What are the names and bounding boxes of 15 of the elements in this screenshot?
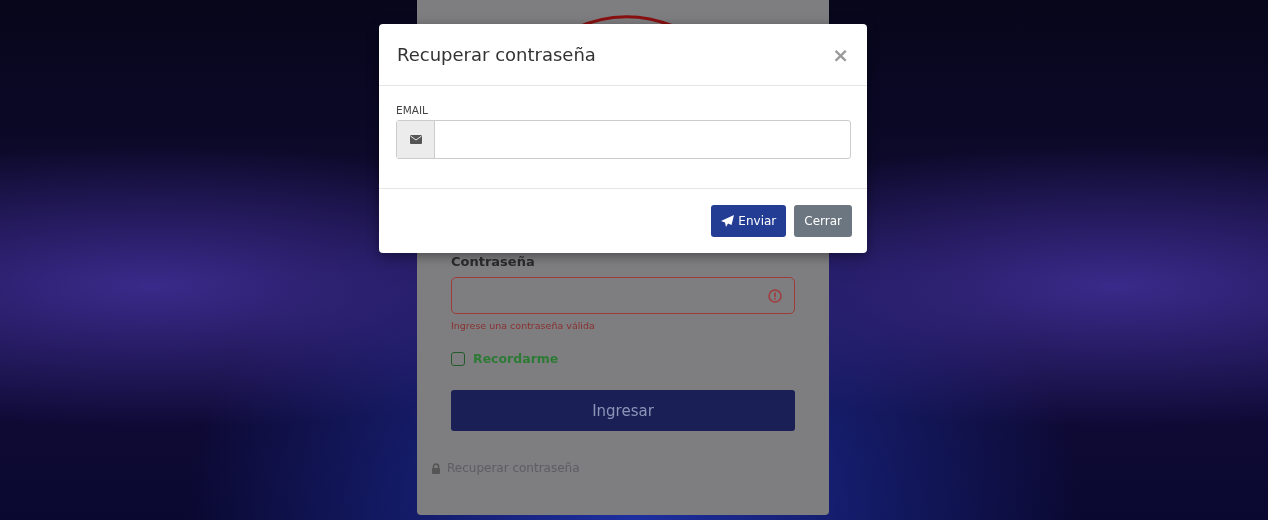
remember-checkbox[interactable] [451,351,465,366]
email-label: EMAIL [396,104,429,116]
warning-icon [768,288,782,303]
error-message: Ingrese una contraseña válida [451,320,596,331]
dismiss-button[interactable]: Cerrar [794,205,852,237]
send-button[interactable]: Enviar [711,205,787,237]
paper-plane-icon [721,215,735,227]
lock-icon [431,462,441,474]
close-button[interactable]: × [830,42,851,67]
password-field[interactable] [451,277,795,314]
dialog-title: Recuperar contraseña [397,44,596,65]
envelope-icon [409,135,422,144]
password-label: Contraseña [451,254,536,269]
email-field[interactable] [396,120,851,159]
login-button[interactable]: Ingresar [451,390,795,431]
